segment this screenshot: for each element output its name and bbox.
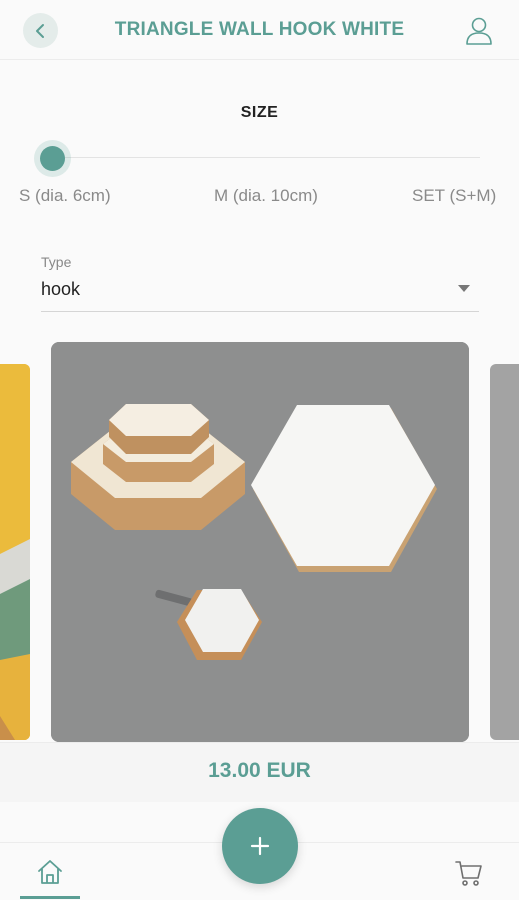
- chevron-left-icon: [35, 23, 44, 38]
- size-option-s[interactable]: S (dia. 6cm): [19, 186, 111, 206]
- slider-thumb[interactable]: [40, 146, 65, 171]
- size-option-m[interactable]: M (dia. 10cm): [214, 186, 318, 206]
- page-title: TRIANGLE WALL HOOK WHITE: [114, 19, 405, 40]
- nav-home-button[interactable]: [20, 852, 80, 898]
- carousel-slide-previous[interactable]: [0, 364, 30, 740]
- type-select[interactable]: Type hook: [41, 252, 479, 312]
- carousel-slide-next[interactable]: [490, 364, 519, 740]
- user-profile-button[interactable]: [462, 14, 496, 48]
- product-price: 13.00 EUR: [208, 759, 311, 782]
- product-image-carousel[interactable]: [0, 342, 519, 742]
- back-button[interactable]: [23, 13, 58, 48]
- app-header: TRIANGLE WALL HOOK WHITE: [0, 0, 519, 60]
- add-to-cart-button[interactable]: [222, 808, 298, 884]
- cart-icon: [455, 861, 482, 886]
- user-icon: [466, 17, 492, 45]
- previous-product-photo: [0, 364, 30, 740]
- slider-track[interactable]: [54, 157, 480, 158]
- product-photo: [51, 342, 469, 742]
- active-tab-indicator: [20, 896, 80, 899]
- home-icon: [38, 860, 62, 884]
- carousel-slide-current[interactable]: [51, 342, 469, 742]
- type-caption: Type: [41, 254, 72, 270]
- size-option-set[interactable]: SET (S+M): [412, 186, 496, 206]
- nav-cart-button[interactable]: [452, 856, 486, 890]
- size-slider[interactable]: [40, 144, 480, 172]
- type-value[interactable]: hook: [41, 279, 80, 300]
- plus-icon: [250, 836, 270, 856]
- dropdown-arrow-icon[interactable]: [458, 285, 470, 292]
- size-heading: SIZE: [240, 104, 279, 121]
